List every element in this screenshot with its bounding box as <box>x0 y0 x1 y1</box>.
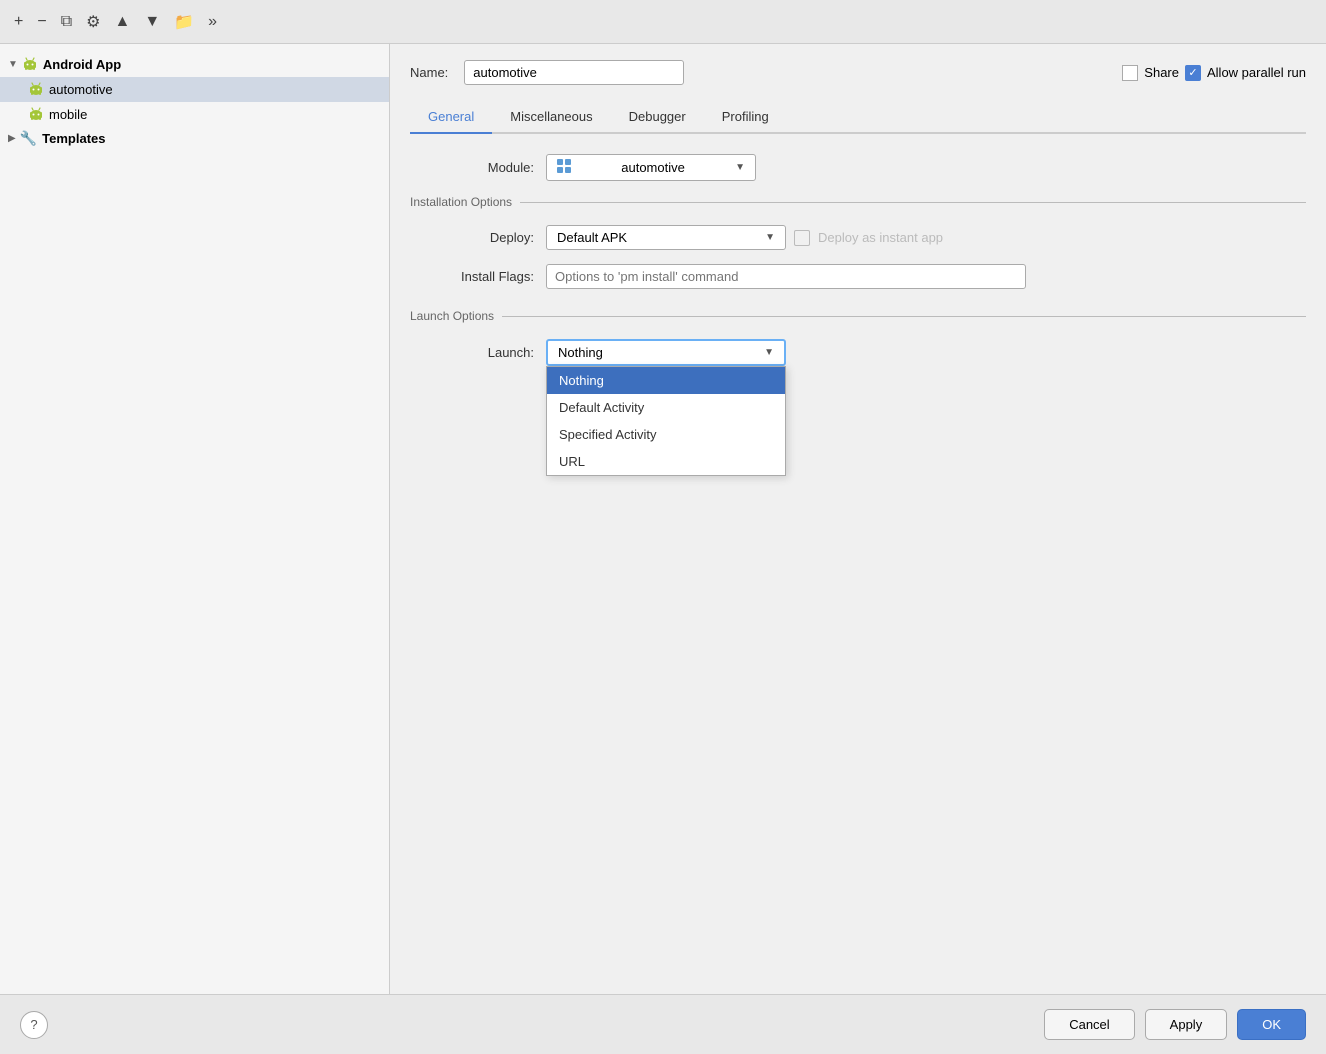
mobile-label: mobile <box>49 107 87 122</box>
launch-option-default-activity[interactable]: Default Activity <box>547 394 785 421</box>
launch-dropdown-container: Nothing ▼ Nothing Default Activity Speci… <box>546 339 786 366</box>
add-button[interactable]: + <box>10 11 27 33</box>
config-header: Name: Share ✓ Allow parallel run <box>410 60 1306 85</box>
more-button[interactable]: » <box>204 11 221 33</box>
launch-options-section: Launch Options Launch: Nothing ▼ Nothing… <box>410 309 1306 366</box>
bottom-bar: ? Cancel Apply OK <box>0 994 1326 1054</box>
tree-item-templates[interactable]: ▶ 🔧 Templates <box>0 127 389 150</box>
deploy-label: Deploy: <box>426 230 546 245</box>
tree-panel: ▼ Android App <box>0 44 390 994</box>
module-label: Module: <box>426 160 546 175</box>
android-icon-automotive <box>28 80 44 99</box>
module-dropdown-arrow: ▼ <box>735 162 745 173</box>
remove-button[interactable]: − <box>33 11 50 33</box>
launch-option-specified-activity[interactable]: Specified Activity <box>547 421 785 448</box>
install-flags-label: Install Flags: <box>426 269 546 284</box>
up-button[interactable]: ▲ <box>110 11 134 33</box>
instant-app-checkbox[interactable] <box>794 230 810 246</box>
deploy-dropdown-arrow: ▼ <box>765 232 775 243</box>
tab-debugger[interactable]: Debugger <box>611 101 704 134</box>
tree-root-android-app[interactable]: ▼ Android App <box>0 52 389 77</box>
help-button[interactable]: ? <box>20 1011 48 1039</box>
launch-option-nothing[interactable]: Nothing <box>547 367 785 394</box>
installation-options-section: Installation Options Deploy: Default APK… <box>410 195 1306 289</box>
folder-button[interactable]: 📁 <box>170 10 198 34</box>
templates-label: Templates <box>42 131 105 146</box>
copy-button[interactable]: ⧉ <box>57 11 76 33</box>
launch-dropdown-menu: Nothing Default Activity Specified Activ… <box>546 366 786 476</box>
apply-button[interactable]: Apply <box>1145 1009 1228 1040</box>
module-icon <box>557 159 571 176</box>
installation-section-title: Installation Options <box>410 195 1306 209</box>
ok-button[interactable]: OK <box>1237 1009 1306 1040</box>
toolbar: + − ⧉ ⚙ ▲ ▼ 📁 » <box>0 0 1326 44</box>
automotive-label: automotive <box>49 82 113 97</box>
tree-item-automotive[interactable]: automotive <box>0 77 389 102</box>
name-input[interactable] <box>464 60 684 85</box>
install-flags-row: Install Flags: <box>410 264 1306 289</box>
tab-general[interactable]: General <box>410 101 492 134</box>
share-area: Share ✓ Allow parallel run <box>1122 65 1306 81</box>
deploy-dropdown[interactable]: Default APK ▼ <box>546 225 786 250</box>
share-label: Share <box>1144 65 1179 80</box>
bottom-left: ? <box>20 1011 1034 1039</box>
instant-app-label: Deploy as instant app <box>818 230 943 245</box>
module-dropdown[interactable]: automotive ▼ <box>546 154 756 181</box>
android-app-label: Android App <box>43 57 121 72</box>
name-label: Name: <box>410 65 448 80</box>
down-button[interactable]: ▼ <box>140 11 164 33</box>
android-icon-mobile <box>28 105 44 124</box>
android-icon <box>22 55 38 74</box>
config-panel: Name: Share ✓ Allow parallel run General… <box>390 44 1326 994</box>
deploy-row: Deploy: Default APK ▼ Deploy as instant … <box>410 225 1306 250</box>
instant-app-area: Deploy as instant app <box>786 226 951 250</box>
settings-button[interactable]: ⚙ <box>82 10 104 34</box>
wrench-icon: 🔧 <box>20 130 37 147</box>
share-checkbox[interactable] <box>1122 65 1138 81</box>
tab-content-general: Module: automotive ▼ <box>410 134 1306 994</box>
cancel-button[interactable]: Cancel <box>1044 1009 1134 1040</box>
launch-section-title: Launch Options <box>410 309 1306 323</box>
launch-value: Nothing <box>558 345 603 360</box>
parallel-run-label: Allow parallel run <box>1207 65 1306 80</box>
launch-dropdown-arrow: ▼ <box>764 347 774 358</box>
main-content: ▼ Android App <box>0 44 1326 994</box>
tabs-bar: General Miscellaneous Debugger Profiling <box>410 101 1306 134</box>
launch-option-url[interactable]: URL <box>547 448 785 475</box>
tab-profiling[interactable]: Profiling <box>704 101 787 134</box>
launch-dropdown[interactable]: Nothing ▼ <box>546 339 786 366</box>
tab-miscellaneous[interactable]: Miscellaneous <box>492 101 610 134</box>
parallel-run-checkbox[interactable]: ✓ <box>1185 65 1201 81</box>
launch-label: Launch: <box>426 345 546 360</box>
launch-row: Launch: Nothing ▼ Nothing Default Activi… <box>410 339 1306 366</box>
module-value: automotive <box>621 160 685 175</box>
deploy-value: Default APK <box>557 230 627 245</box>
tree-item-mobile[interactable]: mobile <box>0 102 389 127</box>
templates-expand-arrow: ▶ <box>8 133 16 144</box>
module-row: Module: automotive ▼ <box>410 154 1306 181</box>
expand-arrow: ▼ <box>8 59 18 70</box>
install-flags-input[interactable] <box>546 264 1026 289</box>
